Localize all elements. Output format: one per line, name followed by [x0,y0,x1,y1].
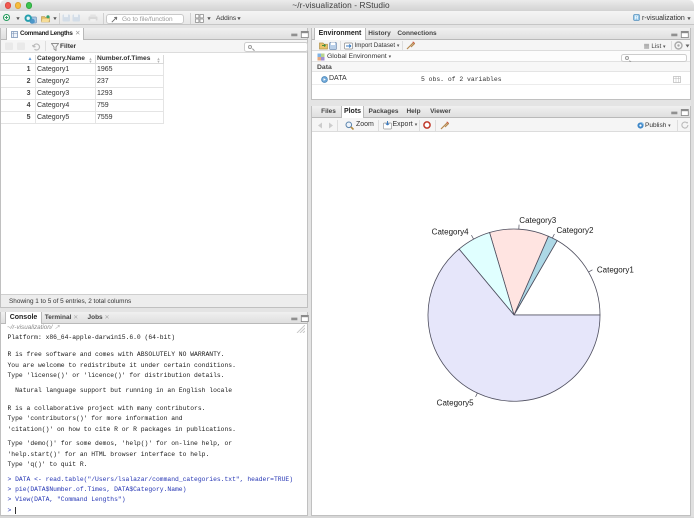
svg-text:Category2: Category2 [557,226,594,235]
svg-text:Category4: Category4 [432,227,469,236]
svg-text:Category1: Category1 [597,266,634,275]
svg-text:Category5: Category5 [437,399,474,408]
svg-text:Category3: Category3 [519,216,556,225]
svg-text:R: R [635,16,639,22]
